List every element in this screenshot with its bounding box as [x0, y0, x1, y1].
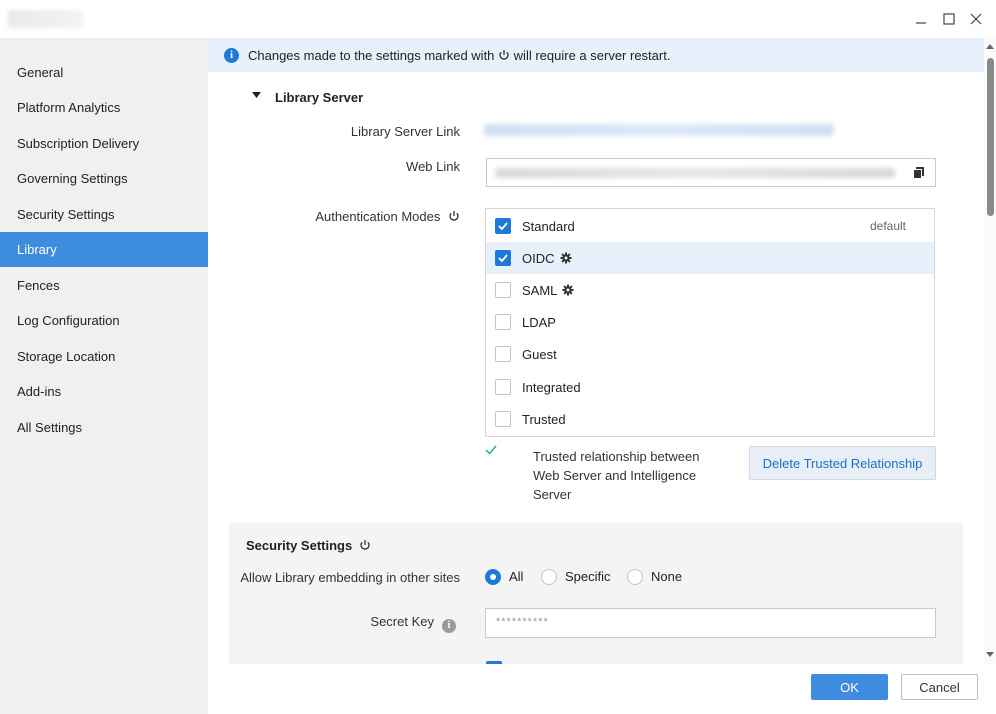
auth-mode-guest[interactable]: Guest [486, 338, 934, 370]
power-icon [449, 211, 459, 221]
sidebar-item-security-settings[interactable]: Security Settings [0, 197, 208, 232]
radio-specific[interactable] [541, 569, 557, 585]
power-icon [360, 540, 370, 550]
cancel-button[interactable]: Cancel [901, 674, 978, 700]
oidc-checkbox[interactable] [495, 250, 511, 266]
settings-sidebar: General Platform Analytics Subscription … [0, 38, 208, 714]
auth-mode-integrated[interactable]: Integrated [486, 371, 934, 403]
caret-down-icon[interactable] [252, 92, 261, 99]
standard-checkbox[interactable] [495, 218, 511, 234]
sidebar-item-storage-location[interactable]: Storage Location [0, 339, 208, 374]
sidebar-item-all-settings[interactable]: All Settings [0, 410, 208, 445]
copy-icon[interactable] [912, 166, 926, 180]
sidebar-item-fences[interactable]: Fences [0, 268, 208, 303]
sidebar-item-general[interactable]: General [0, 55, 208, 90]
info-icon: i [224, 47, 239, 63]
security-settings-heading: Security Settings [246, 538, 371, 553]
success-check-icon [485, 445, 497, 455]
title-bar [0, 0, 996, 38]
scroll-up-icon[interactable] [986, 44, 994, 49]
auth-modes-list: Standard default OIDC SAML LDAP Guest In… [485, 208, 935, 437]
ldap-checkbox[interactable] [495, 314, 511, 330]
library-server-heading: Library Server [275, 90, 364, 105]
embedding-option-all[interactable]: All [485, 569, 523, 585]
sidebar-item-add-ins[interactable]: Add-ins [0, 374, 208, 409]
library-server-link-redacted[interactable] [484, 124, 834, 136]
content-scrollbar[interactable] [984, 38, 996, 664]
web-link-field[interactable] [486, 158, 936, 187]
guest-checkbox[interactable] [495, 346, 511, 362]
integrated-checkbox[interactable] [495, 379, 511, 395]
sidebar-item-governing-settings[interactable]: Governing Settings [0, 161, 208, 196]
dialog-footer: OK Cancel [208, 664, 996, 714]
close-icon [970, 13, 982, 25]
radio-none[interactable] [627, 569, 643, 585]
web-link-label: Web Link [406, 159, 460, 174]
auth-mode-trusted[interactable]: Trusted [486, 403, 934, 435]
saml-checkbox[interactable] [495, 282, 511, 298]
embedding-option-none[interactable]: None [627, 569, 682, 585]
minimize-button[interactable] [908, 6, 934, 32]
minimize-icon [916, 22, 926, 24]
embedding-label: Allow Library embedding in other sites [240, 570, 460, 585]
window-title-redacted [8, 10, 83, 28]
checkmark-icon [498, 254, 508, 262]
auth-mode-oidc[interactable]: OIDC [486, 242, 934, 274]
settings-content: i Changes made to the settings marked wi… [208, 38, 984, 664]
auth-mode-standard[interactable]: Standard default [486, 210, 934, 242]
secret-key-input[interactable]: ********** [485, 608, 936, 638]
ok-button[interactable]: OK [811, 674, 888, 700]
gear-icon[interactable] [560, 252, 572, 264]
web-link-value-redacted [495, 168, 895, 178]
auth-mode-ldap[interactable]: LDAP [486, 306, 934, 338]
default-tag: default [869, 219, 906, 233]
auth-modes-label: Authentication Modes [268, 209, 460, 224]
close-window-button[interactable] [963, 6, 989, 32]
gear-icon[interactable] [562, 284, 574, 296]
trusted-checkbox[interactable] [495, 411, 511, 427]
restart-info-banner: i Changes made to the settings marked wi… [208, 38, 984, 72]
power-icon [499, 49, 509, 60]
info-icon[interactable]: i [442, 619, 456, 633]
trusted-relationship-status: Trusted relationship between Web Server … [533, 449, 700, 502]
library-server-link-label: Library Server Link [350, 124, 460, 139]
scrollbar-thumb[interactable] [987, 58, 994, 216]
scroll-down-icon[interactable] [986, 652, 994, 657]
sidebar-item-platform-analytics[interactable]: Platform Analytics [0, 90, 208, 125]
auth-mode-saml[interactable]: SAML [486, 274, 934, 306]
banner-text: Changes made to the settings marked with… [248, 47, 671, 63]
radio-all[interactable] [485, 569, 501, 585]
maximize-button[interactable] [936, 6, 962, 32]
sidebar-item-subscription-delivery[interactable]: Subscription Delivery [0, 126, 208, 161]
sidebar-item-library[interactable]: Library [0, 232, 208, 267]
sidebar-item-log-configuration[interactable]: Log Configuration [0, 303, 208, 338]
secret-key-label: Secret Key i [308, 614, 456, 633]
delete-trusted-relationship-button[interactable]: Delete Trusted Relationship [749, 446, 936, 480]
embedding-option-specific[interactable]: Specific [541, 569, 611, 585]
checkmark-icon [498, 222, 508, 230]
maximize-icon [943, 13, 955, 25]
